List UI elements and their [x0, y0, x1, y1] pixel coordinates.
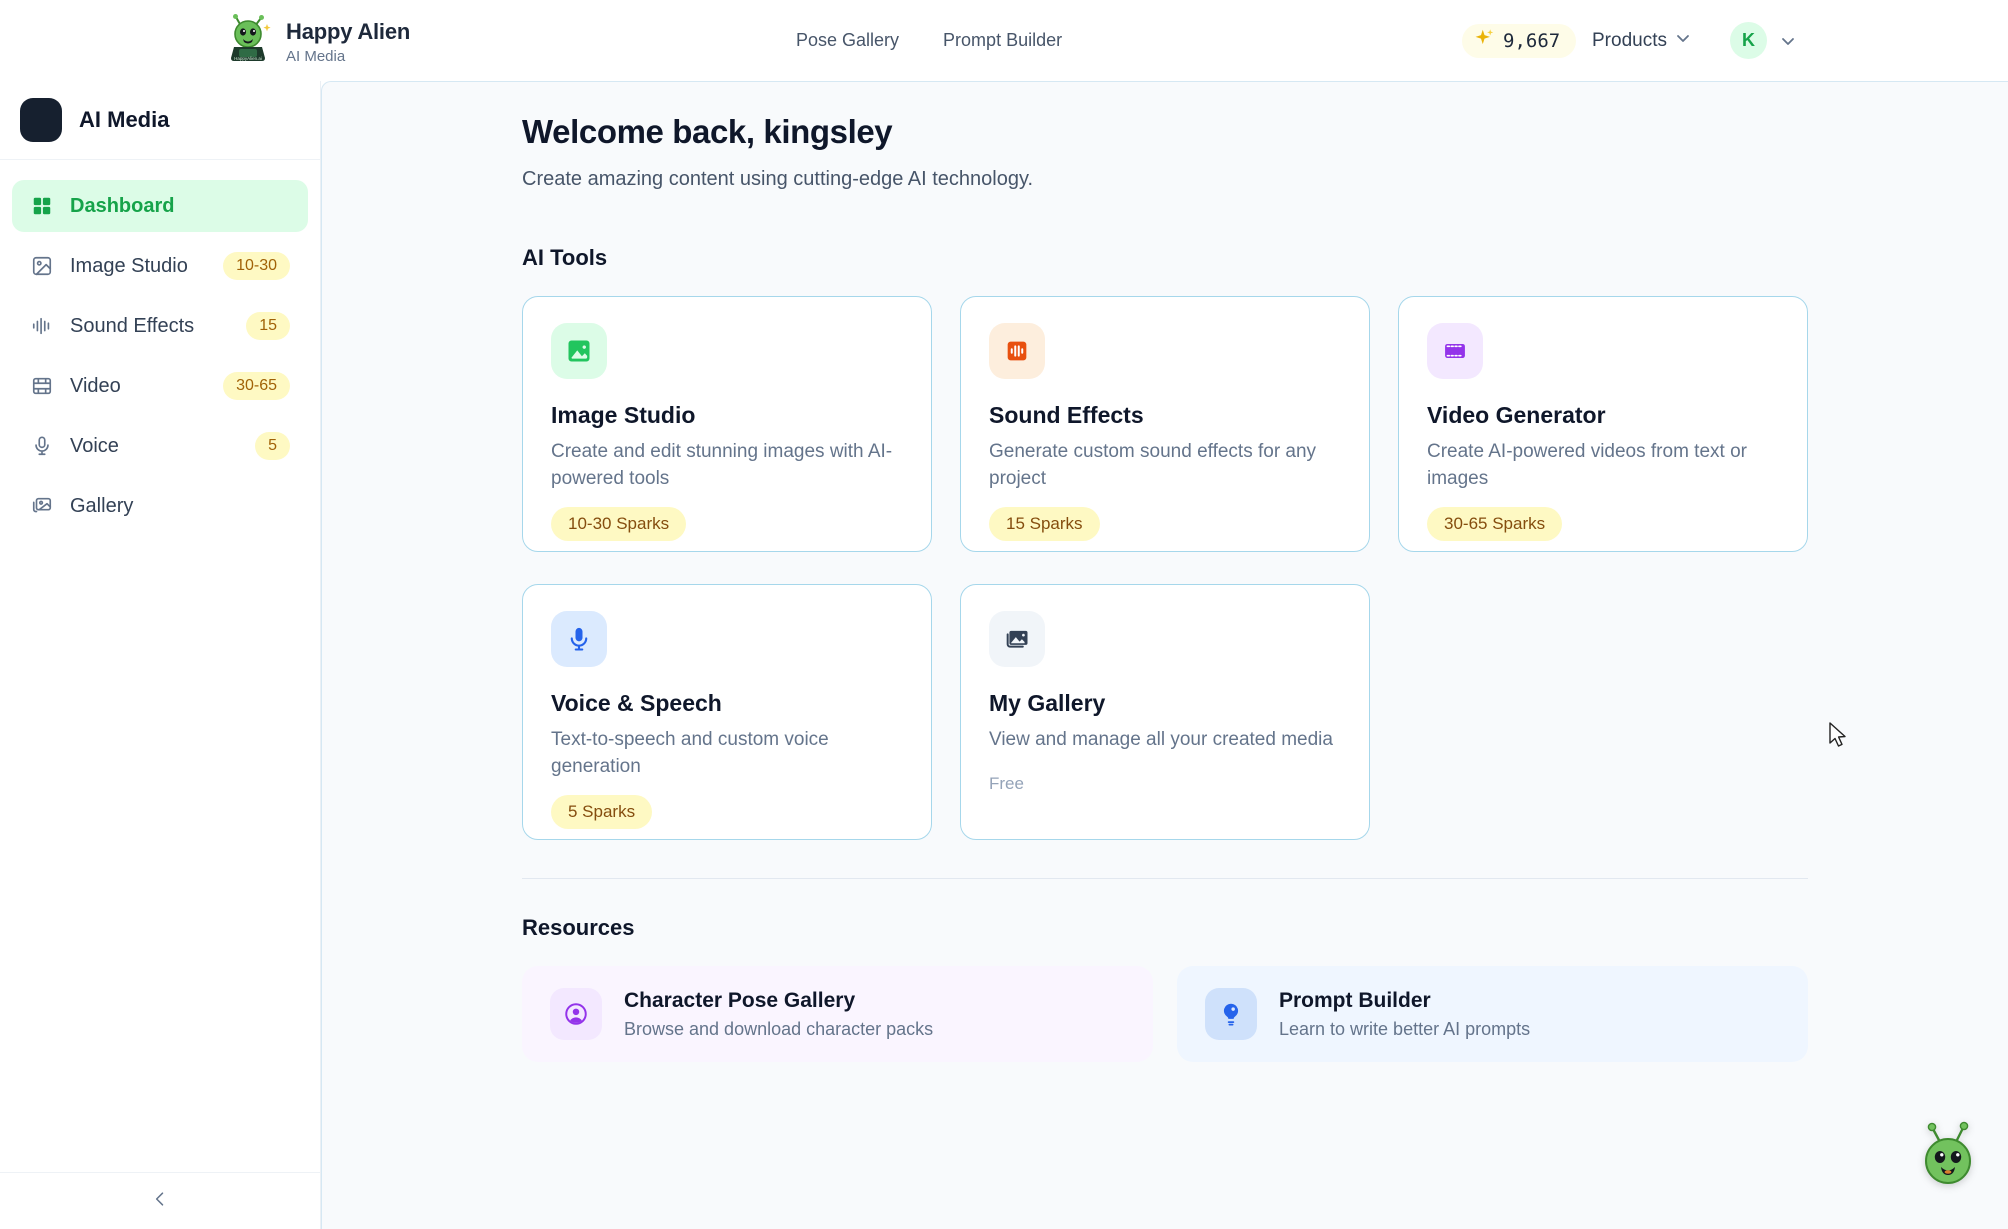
sparks-balance[interactable]: 9,667: [1462, 24, 1576, 58]
app-title: Happy Alien: [286, 19, 410, 45]
sidebar-item-label: Sound Effects: [70, 315, 194, 338]
microphone-icon: [551, 611, 607, 667]
resources-heading: Resources: [522, 915, 1808, 941]
tool-description: Generate custom sound effects for any pr…: [989, 439, 1339, 492]
sidebar-item-label: Dashboard: [70, 195, 174, 218]
sidebar-item-gallery[interactable]: Gallery: [12, 480, 308, 532]
sidebar-brand-label: AI Media: [79, 107, 169, 133]
film-icon: [1427, 323, 1483, 379]
image-icon: [551, 323, 607, 379]
tool-card-my-gallery[interactable]: My Gallery View and manage all your crea…: [960, 584, 1370, 840]
sidebar-item-label: Gallery: [70, 495, 133, 518]
grid-icon: [30, 194, 54, 218]
tool-description: Create AI-powered videos from text or im…: [1427, 439, 1777, 492]
sidebar-item-image-studio[interactable]: Image Studio 10-30: [12, 240, 308, 292]
sparks-count: 9,667: [1503, 30, 1560, 52]
chevron-down-icon: [1675, 30, 1691, 52]
sidebar-item-label: Image Studio: [70, 255, 188, 278]
images-icon: [30, 494, 54, 518]
top-header: HappyAlien.ai Happy Alien AI Media Pose …: [0, 0, 2008, 81]
tool-card-voice-speech[interactable]: Voice & Speech Text-to-speech and custom…: [522, 584, 932, 840]
tool-description: Create and edit stunning images with AI-…: [551, 439, 901, 492]
happy-alien-logo-icon: HappyAlien.ai: [226, 14, 272, 69]
tool-title: Video Generator: [1427, 402, 1779, 429]
film-icon: [30, 374, 54, 398]
products-menu[interactable]: Products: [1592, 0, 1691, 81]
resource-description: Browse and download character packs: [624, 1019, 933, 1040]
tool-cost-badge: 5 Sparks: [551, 795, 652, 829]
svg-text:HappyAlien.ai: HappyAlien.ai: [234, 56, 262, 61]
sidebar-item-sound-effects[interactable]: Sound Effects 15: [12, 300, 308, 352]
tool-cost-badge: 30-65 Sparks: [1427, 507, 1562, 541]
sidebar-logo: [20, 98, 62, 142]
user-avatar[interactable]: K: [1730, 22, 1767, 59]
microphone-icon: [30, 434, 54, 458]
tool-description: Text-to-speech and custom voice generati…: [551, 727, 901, 780]
sidebar-badge: 10-30: [223, 252, 290, 280]
sidebar: AI Media Dashboard Image Studio 10-30: [0, 81, 321, 1229]
products-label: Products: [1592, 30, 1667, 52]
resource-card-pose-gallery[interactable]: Character Pose Gallery Browse and downlo…: [522, 966, 1153, 1062]
sidebar-nav: Dashboard Image Studio 10-30 Sound Effec…: [0, 160, 320, 532]
app-brand: HappyAlien.ai Happy Alien AI Media: [226, 14, 410, 69]
main-content: Welcome back, kingsley Create amazing co…: [321, 81, 2008, 1229]
ai-tools-grid: Image Studio Create and edit stunning im…: [522, 296, 1808, 840]
sidebar-brand: AI Media: [0, 81, 320, 160]
resource-card-prompt-builder[interactable]: Prompt Builder Learn to write better AI …: [1177, 966, 1808, 1062]
sidebar-item-video[interactable]: Video 30-65: [12, 360, 308, 412]
section-divider: [522, 878, 1808, 879]
sidebar-badge: 15: [246, 312, 290, 340]
tool-description: View and manage all your created media: [989, 727, 1339, 754]
tool-title: Voice & Speech: [551, 690, 903, 717]
lightbulb-icon: [1205, 988, 1257, 1040]
app-subtitle: AI Media: [286, 48, 410, 65]
chevron-left-icon: [150, 1189, 170, 1214]
avatar-chevron-down-icon[interactable]: [1780, 33, 1796, 54]
avatar-initial: K: [1742, 30, 1755, 51]
sidebar-item-dashboard[interactable]: Dashboard: [12, 180, 308, 232]
sidebar-collapse-button[interactable]: [0, 1172, 320, 1229]
resource-title: Character Pose Gallery: [624, 989, 933, 1013]
tool-title: Sound Effects: [989, 402, 1341, 429]
tool-title: My Gallery: [989, 690, 1341, 717]
sidebar-item-voice[interactable]: Voice 5: [12, 420, 308, 472]
tool-title: Image Studio: [551, 402, 903, 429]
page-subtitle: Create amazing content using cutting-edg…: [522, 168, 1808, 191]
images-icon: [989, 611, 1045, 667]
tool-card-video-generator[interactable]: Video Generator Create AI-powered videos…: [1398, 296, 1808, 552]
resource-title: Prompt Builder: [1279, 989, 1530, 1013]
image-icon: [30, 254, 54, 278]
tool-free-label: Free: [989, 774, 1341, 794]
audio-lines-icon: [989, 323, 1045, 379]
tool-card-sound-effects[interactable]: Sound Effects Generate custom sound effe…: [960, 296, 1370, 552]
sidebar-item-label: Voice: [70, 435, 119, 458]
resource-description: Learn to write better AI prompts: [1279, 1019, 1530, 1040]
nav-prompt-builder[interactable]: Prompt Builder: [943, 30, 1062, 51]
sparkle-icon: [1474, 28, 1495, 54]
audio-lines-icon: [30, 314, 54, 338]
nav-pose-gallery[interactable]: Pose Gallery: [796, 30, 899, 51]
user-circle-icon: [550, 988, 602, 1040]
sidebar-badge: 30-65: [223, 372, 290, 400]
ai-tools-heading: AI Tools: [522, 245, 1808, 271]
tool-cost-badge: 10-30 Sparks: [551, 507, 686, 541]
sidebar-badge: 5: [255, 432, 290, 460]
resources-grid: Character Pose Gallery Browse and downlo…: [522, 966, 1808, 1062]
tool-cost-badge: 15 Sparks: [989, 507, 1100, 541]
sidebar-item-label: Video: [70, 375, 121, 398]
alien-chat-widget[interactable]: [1916, 1120, 1980, 1190]
page-title: Welcome back, kingsley: [522, 113, 1808, 151]
header-nav: Pose Gallery Prompt Builder: [796, 0, 1062, 81]
tool-card-image-studio[interactable]: Image Studio Create and edit stunning im…: [522, 296, 932, 552]
